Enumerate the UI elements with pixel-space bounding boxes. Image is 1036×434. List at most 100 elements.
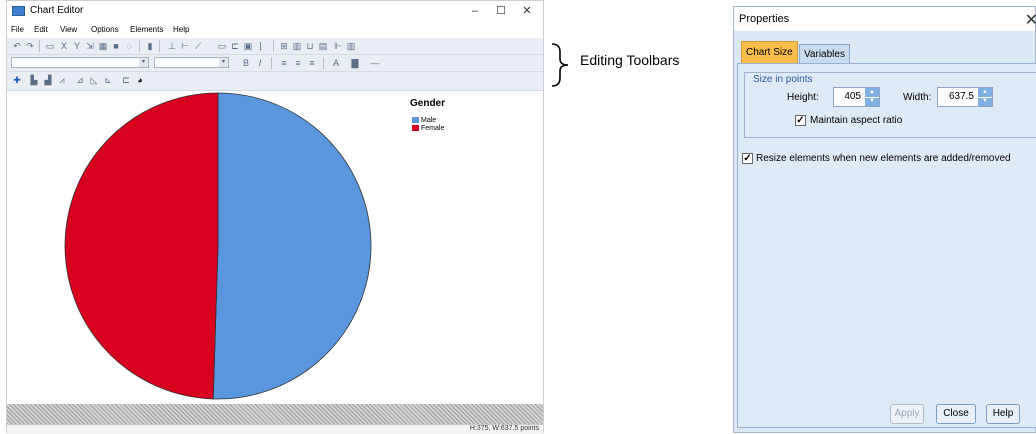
- legend-label-female: Female: [421, 125, 445, 132]
- bar-chart-icon[interactable]: ▙: [29, 75, 39, 85]
- width-value: 637.5: [948, 91, 974, 102]
- size-in-points-group: Size in points Height: 405 ▲ ▼ Width: 637…: [744, 72, 1036, 138]
- editor-titlebar: Chart Editor – ☐ ✕: [7, 1, 543, 22]
- footnote-icon[interactable]: ⌊: [256, 41, 266, 51]
- curly-bracket-icon: [551, 43, 569, 87]
- chevron-down-icon: ▾: [139, 58, 148, 67]
- resize-elements-label: Resize elements when new elements are ad…: [756, 153, 1011, 164]
- maintain-aspect-label: Maintain aspect ratio: [810, 115, 903, 126]
- fill-icon[interactable]: ■: [111, 41, 121, 51]
- pie-slice-male[interactable]: [212, 92, 372, 400]
- properties-dialog: Properties ✕ Chart Size Variables Size i…: [733, 6, 1036, 433]
- undo-icon[interactable]: ↶: [12, 41, 22, 51]
- horizontal-scroll-area[interactable]: [7, 404, 543, 424]
- scatter-icon[interactable]: ⊿: [75, 75, 85, 85]
- legend-label-male: Male: [421, 117, 437, 124]
- select-chart-icon[interactable]: ▭: [45, 41, 55, 51]
- width-spinner[interactable]: 637.5 ▲ ▼: [937, 87, 993, 107]
- close-button[interactable]: Close: [936, 404, 976, 424]
- status-size-text: H:375, W:637.5 points: [469, 425, 539, 432]
- title-icon[interactable]: ▭: [217, 41, 227, 51]
- font-size-combo[interactable]: ▾: [154, 57, 229, 68]
- menu-view[interactable]: View: [60, 25, 77, 34]
- height-value: 405: [844, 91, 861, 102]
- minimize-button[interactable]: –: [463, 3, 487, 19]
- ref-line-x-icon[interactable]: ⊥: [167, 41, 177, 51]
- apply-button[interactable]: Apply: [890, 404, 924, 424]
- chart-type-icon[interactable]: ▥: [346, 41, 356, 51]
- area-chart-icon[interactable]: ◺: [89, 75, 99, 85]
- y-axis-icon[interactable]: Y: [72, 41, 82, 51]
- menubar: File Edit View Options Elements Help: [7, 23, 543, 37]
- legend-item-male[interactable]: Male: [412, 117, 436, 124]
- fit-line-icon[interactable]: ⟋: [193, 41, 203, 51]
- scale-icon[interactable]: ⇲: [85, 41, 95, 51]
- grid-icon[interactable]: ⊞: [279, 41, 289, 51]
- chart-canvas[interactable]: Gender Male Female: [7, 91, 543, 404]
- lasso-icon[interactable]: ◌: [124, 41, 134, 51]
- size-in-points-label: Size in points: [751, 74, 815, 85]
- italic-icon[interactable]: I: [255, 58, 265, 68]
- drop-line-icon[interactable]: ⊾: [103, 75, 113, 85]
- resize-elements-checkbox[interactable]: ✓: [742, 153, 753, 164]
- pie-chart[interactable]: [7, 91, 543, 404]
- maintain-aspect-checkbox[interactable]: ✓: [795, 115, 806, 126]
- menu-file[interactable]: File: [11, 25, 24, 34]
- bold-icon[interactable]: B: [241, 58, 251, 68]
- properties-title: Properties: [739, 13, 790, 25]
- toolbar-1: ↶ ↷ ▭ X Y ⇲ ▦ ■ ◌ ▮ ⊥ ⊢ ⟋ ▭ ⊏ ▣ ⌊ ⊞ ▥ ⊔ …: [7, 38, 543, 55]
- show-bars-icon[interactable]: ▥: [292, 41, 302, 51]
- ref-line-y-icon[interactable]: ⊢: [180, 41, 190, 51]
- legend-title: Gender: [410, 98, 446, 109]
- font-color-icon[interactable]: A: [331, 58, 341, 68]
- pie-slice-female[interactable]: [64, 92, 219, 400]
- annotation-icon[interactable]: ⊏: [230, 41, 240, 51]
- histogram-icon[interactable]: ▟: [43, 75, 53, 85]
- chart-editor-window: Chart Editor – ☐ ✕ File Edit View Option…: [6, 0, 544, 434]
- group-icon[interactable]: ▦: [98, 41, 108, 51]
- close-button[interactable]: ✕: [515, 3, 539, 19]
- font-combo[interactable]: ▾: [11, 57, 149, 68]
- editor-title: Chart Editor: [30, 5, 84, 16]
- chevron-down-icon: ▾: [219, 58, 228, 67]
- menu-edit[interactable]: Edit: [34, 25, 48, 34]
- align-center-icon[interactable]: ≡: [293, 58, 303, 68]
- legend-icon[interactable]: ▤: [318, 41, 328, 51]
- width-down-icon[interactable]: ▼: [978, 97, 992, 106]
- legend-swatch-male: [412, 117, 419, 124]
- chart-size-panel: Size in points Height: 405 ▲ ▼ Width: 637…: [737, 63, 1036, 428]
- pie-chart-icon[interactable]: ◕: [135, 75, 145, 85]
- align-right-icon[interactable]: ≡: [307, 58, 317, 68]
- bars-icon[interactable]: ▮: [145, 41, 155, 51]
- width-label: Width:: [903, 92, 932, 103]
- tab-variables[interactable]: Variables: [799, 44, 850, 63]
- close-icon[interactable]: ✕: [1025, 10, 1036, 30]
- explode-icon[interactable]: ⊔: [305, 41, 315, 51]
- maximize-button[interactable]: ☐: [489, 3, 513, 19]
- textbox-icon[interactable]: ▣: [243, 41, 253, 51]
- menu-options[interactable]: Options: [91, 25, 119, 34]
- fill-color-icon[interactable]: ▇: [347, 58, 363, 68]
- toolbar-2: ▾ ▾ B I ≡ ≡ ≡ A ▇ —: [7, 55, 543, 72]
- line-chart-icon[interactable]: ⩘: [57, 75, 67, 85]
- chart-editor-app-icon: [12, 6, 25, 16]
- align-left-icon[interactable]: ≡: [279, 58, 289, 68]
- x-axis-icon[interactable]: X: [59, 41, 69, 51]
- transpose-icon[interactable]: ⊩: [333, 41, 343, 51]
- redo-icon[interactable]: ↷: [25, 41, 35, 51]
- line-style-icon[interactable]: —: [367, 58, 383, 68]
- height-down-icon[interactable]: ▼: [865, 97, 879, 106]
- menu-help[interactable]: Help: [173, 25, 189, 34]
- height-label: Height:: [787, 92, 819, 103]
- help-button[interactable]: Help: [986, 404, 1020, 424]
- height-spinner[interactable]: 405 ▲ ▼: [833, 87, 880, 107]
- properties-titlebar: Properties ✕: [734, 7, 1036, 31]
- tab-chart-size[interactable]: Chart Size: [741, 41, 798, 63]
- add-element-icon[interactable]: ✚: [12, 75, 22, 85]
- legend-swatch-female: [412, 125, 419, 132]
- menu-elements[interactable]: Elements: [130, 25, 163, 34]
- boxplot-icon[interactable]: ⊏: [121, 75, 131, 85]
- legend-item-female[interactable]: Female: [412, 125, 444, 132]
- editing-toolbars-label: Editing Toolbars: [580, 52, 680, 68]
- toolbar-3: ✚ ▙ ▟ ⩘ ⊿ ◺ ⊾ ⊏ ◕: [7, 72, 543, 91]
